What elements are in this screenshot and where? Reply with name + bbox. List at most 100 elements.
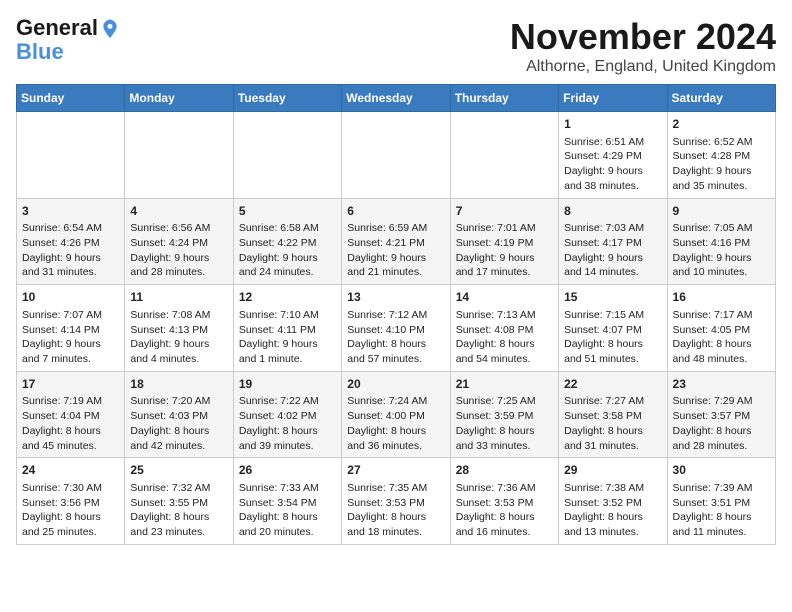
location-subtitle: Althorne, England, United Kingdom — [510, 58, 776, 76]
day-info: Sunrise: 7:19 AM Sunset: 4:04 PM Dayligh… — [22, 394, 119, 453]
day-info: Sunrise: 7:07 AM Sunset: 4:14 PM Dayligh… — [22, 308, 119, 367]
day-info: Sunrise: 7:12 AM Sunset: 4:10 PM Dayligh… — [347, 308, 444, 367]
calendar-cell: 8Sunrise: 7:03 AM Sunset: 4:17 PM Daylig… — [559, 198, 667, 285]
day-number: 19 — [239, 376, 336, 393]
day-info: Sunrise: 6:56 AM Sunset: 4:24 PM Dayligh… — [130, 221, 227, 280]
day-info: Sunrise: 7:03 AM Sunset: 4:17 PM Dayligh… — [564, 221, 661, 280]
day-number: 23 — [673, 376, 770, 393]
week-row-5: 24 Sunrise: 7:30 AM Sunset: 3:56 PM Dayli… — [17, 458, 776, 545]
day-info: Sunrise: 7:27 AM Sunset: 3:58 PM Dayligh… — [564, 394, 661, 453]
calendar-table: SundayMondayTuesdayWednesdayThursdayFrid… — [16, 84, 776, 545]
day-number: 30 — [673, 462, 770, 479]
day-info: Sunrise: 7:24 AM Sunset: 4:00 PM Dayligh… — [347, 394, 444, 453]
day-info: Sunrise: 7:05 AM Sunset: 4:16 PM Dayligh… — [673, 221, 770, 280]
day-number: 22 — [564, 376, 661, 393]
calendar-cell — [450, 112, 558, 199]
calendar-cell: 14Sunrise: 7:13 AM Sunset: 4:08 PM Dayli… — [450, 285, 558, 372]
day-number: 3 — [22, 203, 119, 220]
calendar-cell: 30 Sunrise: 7:39 AM Sunset: 3:51 PM Dayli… — [667, 458, 775, 545]
logo-blue: Blue — [16, 40, 64, 64]
day-number: 21 — [456, 376, 553, 393]
day-info: Sunrise: 6:52 AM Sunset: 4:28 PM Dayligh… — [673, 135, 770, 194]
day-info: Sunrise: 7:13 AM Sunset: 4:08 PM Dayligh… — [456, 308, 553, 367]
day-number: 10 — [22, 289, 119, 306]
day-number: 6 — [347, 203, 444, 220]
day-number: 1 — [564, 116, 661, 133]
weekday-header-saturday: Saturday — [667, 85, 775, 112]
day-info: Sunrise: 7:15 AM Sunset: 4:07 PM Dayligh… — [564, 308, 661, 367]
day-number: 18 — [130, 376, 227, 393]
calendar-cell: 23Sunrise: 7:29 AM Sunset: 3:57 PM Dayli… — [667, 371, 775, 458]
calendar-cell: 25Sunrise: 7:32 AM Sunset: 3:55 PM Dayli… — [125, 458, 233, 545]
day-info: Sunrise: 7:20 AM Sunset: 4:03 PM Dayligh… — [130, 394, 227, 453]
day-info: Sunrise: 7:17 AM Sunset: 4:05 PM Dayligh… — [673, 308, 770, 367]
logo-text: General — [16, 16, 98, 40]
day-info: Sunrise: 7:01 AM Sunset: 4:19 PM Dayligh… — [456, 221, 553, 280]
day-number: 29 — [564, 462, 661, 479]
day-number: 4 — [130, 203, 227, 220]
calendar-cell: 12 Sunrise: 7:10 AM Sunset: 4:11 PM Dayli… — [233, 285, 341, 372]
day-info: Sunrise: 6:51 AM Sunset: 4:29 PM Dayligh… — [564, 135, 661, 194]
day-number: 15 — [564, 289, 661, 306]
day-number: 27 — [347, 462, 444, 479]
calendar-cell: 18Sunrise: 7:20 AM Sunset: 4:03 PM Dayli… — [125, 371, 233, 458]
week-row-3: 10 Sunrise: 7:07 AM Sunset: 4:14 PM Dayli… — [17, 285, 776, 372]
week-row-1: 1 Sunrise: 6:51 AM Sunset: 4:29 PM Daylig… — [17, 112, 776, 199]
day-info: Sunrise: 7:39 AM Sunset: 3:51 PM Dayligh… — [673, 481, 770, 540]
day-number: 13 — [347, 289, 444, 306]
day-info: Sunrise: 6:54 AM Sunset: 4:26 PM Dayligh… — [22, 221, 119, 280]
calendar-cell: 6Sunrise: 6:59 AM Sunset: 4:21 PM Daylig… — [342, 198, 450, 285]
calendar-cell: 10 Sunrise: 7:07 AM Sunset: 4:14 PM Dayli… — [17, 285, 125, 372]
calendar-cell: 13 Sunrise: 7:12 AM Sunset: 4:10 PM Dayli… — [342, 285, 450, 372]
calendar-cell: 1 Sunrise: 6:51 AM Sunset: 4:29 PM Daylig… — [559, 112, 667, 199]
calendar-cell: 27 Sunrise: 7:35 AM Sunset: 3:53 PM Dayli… — [342, 458, 450, 545]
day-number: 20 — [347, 376, 444, 393]
calendar-cell: 20Sunrise: 7:24 AM Sunset: 4:00 PM Dayli… — [342, 371, 450, 458]
day-number: 26 — [239, 462, 336, 479]
day-info: Sunrise: 7:35 AM Sunset: 3:53 PM Dayligh… — [347, 481, 444, 540]
day-info: Sunrise: 7:25 AM Sunset: 3:59 PM Dayligh… — [456, 394, 553, 453]
calendar-cell — [17, 112, 125, 199]
day-info: Sunrise: 7:08 AM Sunset: 4:13 PM Dayligh… — [130, 308, 227, 367]
week-row-4: 17Sunrise: 7:19 AM Sunset: 4:04 PM Dayli… — [17, 371, 776, 458]
calendar-cell: 28 Sunrise: 7:36 AM Sunset: 3:53 PM Dayli… — [450, 458, 558, 545]
logo: General Blue — [16, 16, 120, 64]
day-info: Sunrise: 7:22 AM Sunset: 4:02 PM Dayligh… — [239, 394, 336, 453]
calendar-cell: 7Sunrise: 7:01 AM Sunset: 4:19 PM Daylig… — [450, 198, 558, 285]
calendar-cell — [233, 112, 341, 199]
calendar-cell: 29Sunrise: 7:38 AM Sunset: 3:52 PM Dayli… — [559, 458, 667, 545]
weekday-header-friday: Friday — [559, 85, 667, 112]
weekday-header-monday: Monday — [125, 85, 233, 112]
calendar-cell: 19Sunrise: 7:22 AM Sunset: 4:02 PM Dayli… — [233, 371, 341, 458]
calendar-cell: 4Sunrise: 6:56 AM Sunset: 4:24 PM Daylig… — [125, 198, 233, 285]
calendar-cell: 11Sunrise: 7:08 AM Sunset: 4:13 PM Dayli… — [125, 285, 233, 372]
calendar-cell: 15 Sunrise: 7:15 AM Sunset: 4:07 PM Dayli… — [559, 285, 667, 372]
calendar-cell: 21Sunrise: 7:25 AM Sunset: 3:59 PM Dayli… — [450, 371, 558, 458]
title-area: November 2024 Althorne, England, United … — [510, 16, 776, 76]
weekday-header-wednesday: Wednesday — [342, 85, 450, 112]
calendar-cell: 16 Sunrise: 7:17 AM Sunset: 4:05 PM Dayli… — [667, 285, 775, 372]
day-number: 24 — [22, 462, 119, 479]
day-number: 7 — [456, 203, 553, 220]
weekday-header-sunday: Sunday — [17, 85, 125, 112]
calendar-cell — [125, 112, 233, 199]
day-number: 28 — [456, 462, 553, 479]
calendar-cell: 2Sunrise: 6:52 AM Sunset: 4:28 PM Daylig… — [667, 112, 775, 199]
calendar-cell — [342, 112, 450, 199]
day-number: 16 — [673, 289, 770, 306]
day-number: 9 — [673, 203, 770, 220]
calendar-cell: 26Sunrise: 7:33 AM Sunset: 3:54 PM Dayli… — [233, 458, 341, 545]
calendar-cell: 24 Sunrise: 7:30 AM Sunset: 3:56 PM Dayli… — [17, 458, 125, 545]
day-info: Sunrise: 7:10 AM Sunset: 4:11 PM Dayligh… — [239, 308, 336, 367]
day-info: Sunrise: 7:36 AM Sunset: 3:53 PM Dayligh… — [456, 481, 553, 540]
day-number: 8 — [564, 203, 661, 220]
logo-icon — [100, 18, 120, 38]
weekday-header-tuesday: Tuesday — [233, 85, 341, 112]
day-number: 25 — [130, 462, 227, 479]
day-number: 17 — [22, 376, 119, 393]
day-info: Sunrise: 7:30 AM Sunset: 3:56 PM Dayligh… — [22, 481, 119, 540]
week-row-2: 3Sunrise: 6:54 AM Sunset: 4:26 PM Daylig… — [17, 198, 776, 285]
day-number: 12 — [239, 289, 336, 306]
calendar-cell: 3Sunrise: 6:54 AM Sunset: 4:26 PM Daylig… — [17, 198, 125, 285]
weekday-header-row: SundayMondayTuesdayWednesdayThursdayFrid… — [17, 85, 776, 112]
